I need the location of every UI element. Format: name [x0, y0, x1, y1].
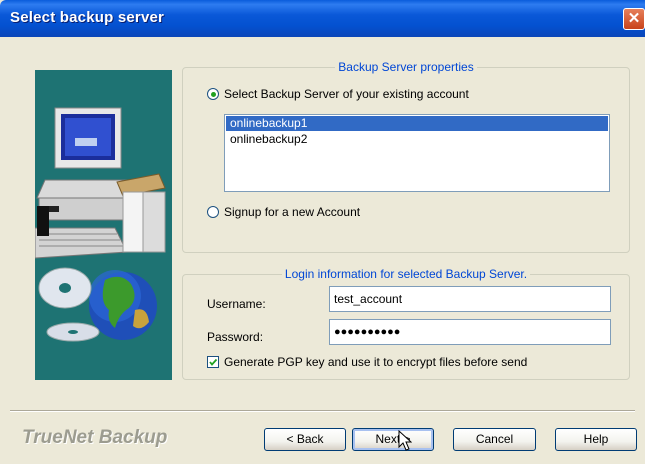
title-bar[interactable]: Select backup server ✕	[0, 0, 645, 37]
signup-account-radio[interactable]: Signup for a new Account	[207, 205, 360, 219]
existing-account-label: Select Backup Server of your existing ac…	[224, 87, 469, 101]
back-button[interactable]: < Back	[264, 428, 346, 451]
password-label: Password:	[207, 330, 264, 344]
radio-unselected-icon	[207, 206, 219, 218]
footer-divider	[10, 410, 635, 412]
checkbox-checked-icon	[207, 356, 219, 368]
radio-selected-icon	[207, 88, 219, 100]
wizard-illustration	[35, 70, 172, 380]
cancel-button[interactable]: Cancel	[453, 428, 536, 451]
password-field[interactable]: ●●●●●●●●●●	[329, 319, 611, 345]
username-field[interactable]: test_account	[329, 286, 611, 312]
close-button[interactable]: ✕	[623, 8, 645, 30]
backup-server-legend: Backup Server properties	[338, 60, 474, 74]
close-icon: ✕	[627, 10, 641, 27]
username-label: Username:	[207, 297, 266, 311]
brand-logo: TrueNet Backup	[22, 427, 168, 448]
login-info-legend: Login information for selected Backup Se…	[284, 267, 528, 281]
help-button[interactable]: Help	[555, 428, 637, 451]
backup-server-list[interactable]: onlinebackup1 onlinebackup2	[224, 114, 610, 192]
computer-globe-icon	[35, 107, 166, 342]
window-title: Select backup server	[10, 9, 165, 26]
list-item[interactable]: onlinebackup2	[226, 132, 608, 147]
signup-account-label: Signup for a new Account	[224, 205, 361, 219]
next-button[interactable]: Next >	[352, 428, 434, 451]
mouse-cursor-icon	[398, 430, 412, 451]
pgp-label: Generate PGP key and use it to encrypt f…	[224, 355, 528, 369]
list-item[interactable]: onlinebackup1	[226, 116, 608, 131]
existing-account-radio[interactable]: Select Backup Server of your existing ac…	[207, 87, 469, 101]
pgp-checkbox[interactable]: Generate PGP key and use it to encrypt f…	[207, 355, 527, 369]
